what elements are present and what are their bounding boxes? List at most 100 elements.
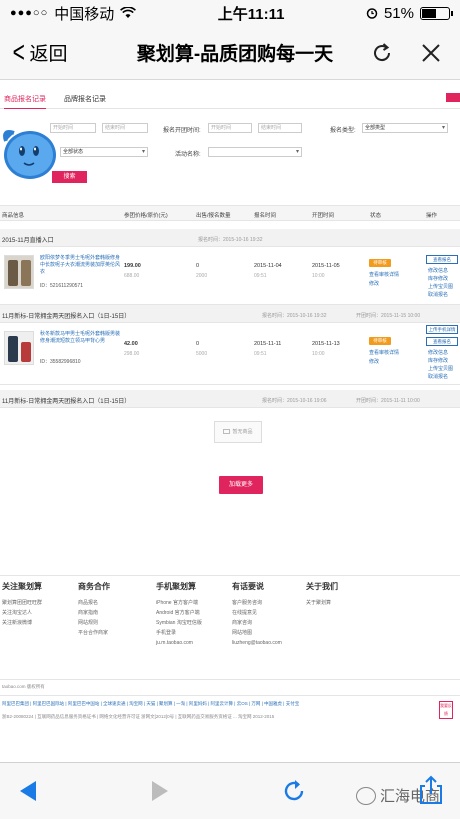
footer-col-title: 关注聚划算 [2,582,42,591]
op-edit-info[interactable]: 修改信息 [428,349,448,356]
op-stock[interactable]: 库存修改 [428,275,448,282]
empty-placeholder: 暂无商品 [214,421,262,443]
footer-link[interactable]: 网站规则 [78,618,110,628]
group-price: 199.00 [124,263,141,269]
footer-link[interactable]: 平台合作商家 [78,628,110,638]
footer-col-title: 商务合作 [78,582,110,591]
site-footer: 关注聚划算 聚划算团团旺旺群 关注淘宝达人 关注新浪微博 商务合作 商品报名 商… [0,581,460,721]
col-quantity: 出售/报名数量 [196,213,231,219]
close-icon[interactable] [420,42,442,64]
footer-link[interactable]: Symbian 淘宝旺信版 [156,618,202,628]
group-signup-time: 报名时间：2015-10-16 19:06 [262,398,327,404]
footer-col-business: 商务合作 商品报名 商家指南 网站规则 平台合作商家 [78,581,110,638]
open-end-input[interactable]: 结束时间 [258,123,302,133]
tab-product-records[interactable]: 商品报名记录 [4,94,46,109]
view-signup-button[interactable]: 查看报名 [426,255,458,264]
chevron-left-icon: < [12,35,25,69]
activity-select[interactable] [208,147,302,157]
back-arrow-icon[interactable] [16,777,40,805]
footer-link[interactable]: 在线提意见 [232,608,282,618]
wechat-logo-icon [356,786,376,805]
table-row: 欧阳依梦冬季男士毛呢外套韩版修身中长款呢子大衣潮流男装加厚英伦风衣 ID：521… [0,247,460,305]
product-id: ID：35582996810 [40,359,81,365]
sold-count: 0 [196,263,200,269]
tab-brand-records[interactable]: 品牌报名记录 [64,94,106,104]
op-stock[interactable]: 库存修改 [428,357,448,364]
op-edit-info[interactable]: 修改信息 [428,267,448,274]
load-more-button[interactable]: 加载更多 [219,476,263,494]
signup-quantity: 2000 [196,273,208,279]
footer-link[interactable]: Android 官方客户端 [156,608,202,618]
forward-arrow-icon[interactable] [148,777,172,805]
type-label: 报名类型: [330,128,356,134]
status-badge: 待审核 [369,259,391,267]
footer-link[interactable]: ju.m.taobao.com [156,638,202,648]
back-label: 返回 [29,44,68,65]
group-title: 11月新标-日常拥金两天团报名入口（1日-15日） [2,314,131,320]
group-header: 11月新标-日常拥金两天团报名入口（1日-15日） 报名时间：2015-10-1… [0,390,460,408]
product-title-link[interactable]: 欧阳依梦冬季男士毛呢外套韩版修身中长款呢子大衣潮流男装加厚英伦风衣 [40,255,120,276]
footer-link[interactable]: 网站地图 [232,628,282,638]
type-select[interactable]: 全部类型 [362,123,448,133]
share-icon[interactable] [418,775,444,805]
signup-date: 2015-11-11 [254,341,282,347]
group-title: 2015-11月直播入口 [2,238,54,244]
feedback-tab[interactable]: 我要反馈 [439,701,453,719]
product-title-link[interactable]: 秋冬新款马甲男士毛呢外套韩版男装修身潮流短款立领马甲背心男 [40,331,120,345]
open-clock: 10:00 [312,273,325,279]
product-id: ID：521611290571 [40,283,83,289]
col-product-info: 商品信息 [2,213,25,219]
footer-link[interactable]: iPhone 官方客户端 [156,598,202,608]
page-title: 聚划算-品质团购每一天 [136,44,334,65]
table-row: 秋冬新款马甲男士毛呢外套韩版男装修身潮流短款立领马甲背心男 ID：3558299… [0,323,460,385]
edit-link[interactable]: 修改 [369,358,379,365]
footer-link[interactable]: liuzheng@taobao.com [232,638,282,648]
footer-col-title: 有话要说 [232,582,264,591]
footer-link[interactable]: 关注新浪微博 [2,618,42,628]
view-signup-button[interactable]: 查看报名 [426,337,458,346]
footer-divider [0,695,460,696]
refresh-icon[interactable] [280,777,308,805]
upload-mobile-detail-button[interactable]: 上传手机详情 [426,325,458,334]
footer-link[interactable]: 关于聚划算 [306,598,338,608]
product-thumbnail[interactable] [4,255,34,289]
partner-links[interactable]: 阿里巴巴集团 | 阿里巴巴国际站 | 阿里巴巴中国站 | 全球速卖通 | 淘宝网… [2,701,299,707]
review-detail-link[interactable]: 查看审核详情 [369,271,399,278]
signup-end-input[interactable]: 结束时间 [102,123,148,133]
coat-shape [21,342,31,362]
search-button[interactable]: 搜索 [52,171,87,183]
op-cancel[interactable]: 取消报名 [428,373,448,380]
product-thumbnail[interactable] [4,331,34,365]
status-select[interactable]: 全部状态 [60,147,148,157]
group-header: 11月新标-日常拥金两天团报名入口（1日-15日） 报名时间：2015-10-1… [0,305,460,323]
group-header: 2015-11月直播入口 报名时间：2015-10-16 19:32 [0,229,460,247]
footer-link[interactable]: 商家咨询 [232,618,282,628]
back-button[interactable]: < 返回 [0,35,100,69]
coat-shape [8,260,18,286]
op-cancel[interactable]: 取消报名 [428,291,448,298]
open-start-input[interactable]: 开始时间 [208,123,252,133]
review-detail-link[interactable]: 查看审核详情 [369,349,399,356]
battery-icon [420,6,453,20]
group-open-time: 开团时间：2015-11-15 10:00 [356,313,421,319]
footer-link[interactable]: 关注淘宝达人 [2,608,42,618]
open-date: 2015-11-05 [312,263,340,269]
nav-actions [370,41,460,65]
group-price: 42.00 [124,341,138,347]
coat-shape [21,260,31,286]
battery-fill [422,8,437,18]
op-upload-image[interactable]: 上传宝贝图 [428,283,453,290]
group-signup-time: 报名时间：2015-10-16 19:32 [262,313,327,319]
footer-link[interactable]: 客户服务咨询 [232,598,282,608]
footer-link[interactable]: 商品报名 [78,598,110,608]
footer-link[interactable]: 手机登录 [156,628,202,638]
edit-link[interactable]: 修改 [369,280,379,287]
footer-link[interactable]: 聚划算团团旺旺群 [2,598,42,608]
footer-col-feedback: 有话要说 客户服务咨询 在线提意见 商家咨询 网站地图 liuzheng@tao… [232,581,282,648]
empty-text: 暂无商品 [232,429,253,435]
op-upload-image[interactable]: 上传宝贝图 [428,365,453,372]
refresh-icon[interactable] [370,41,394,65]
footer-link[interactable]: 商家指南 [78,608,110,618]
status-right: 51% [366,5,453,22]
footer-col-mobile: 手机聚划算 iPhone 官方客户端 Android 官方客户端 Symbian… [156,581,202,648]
